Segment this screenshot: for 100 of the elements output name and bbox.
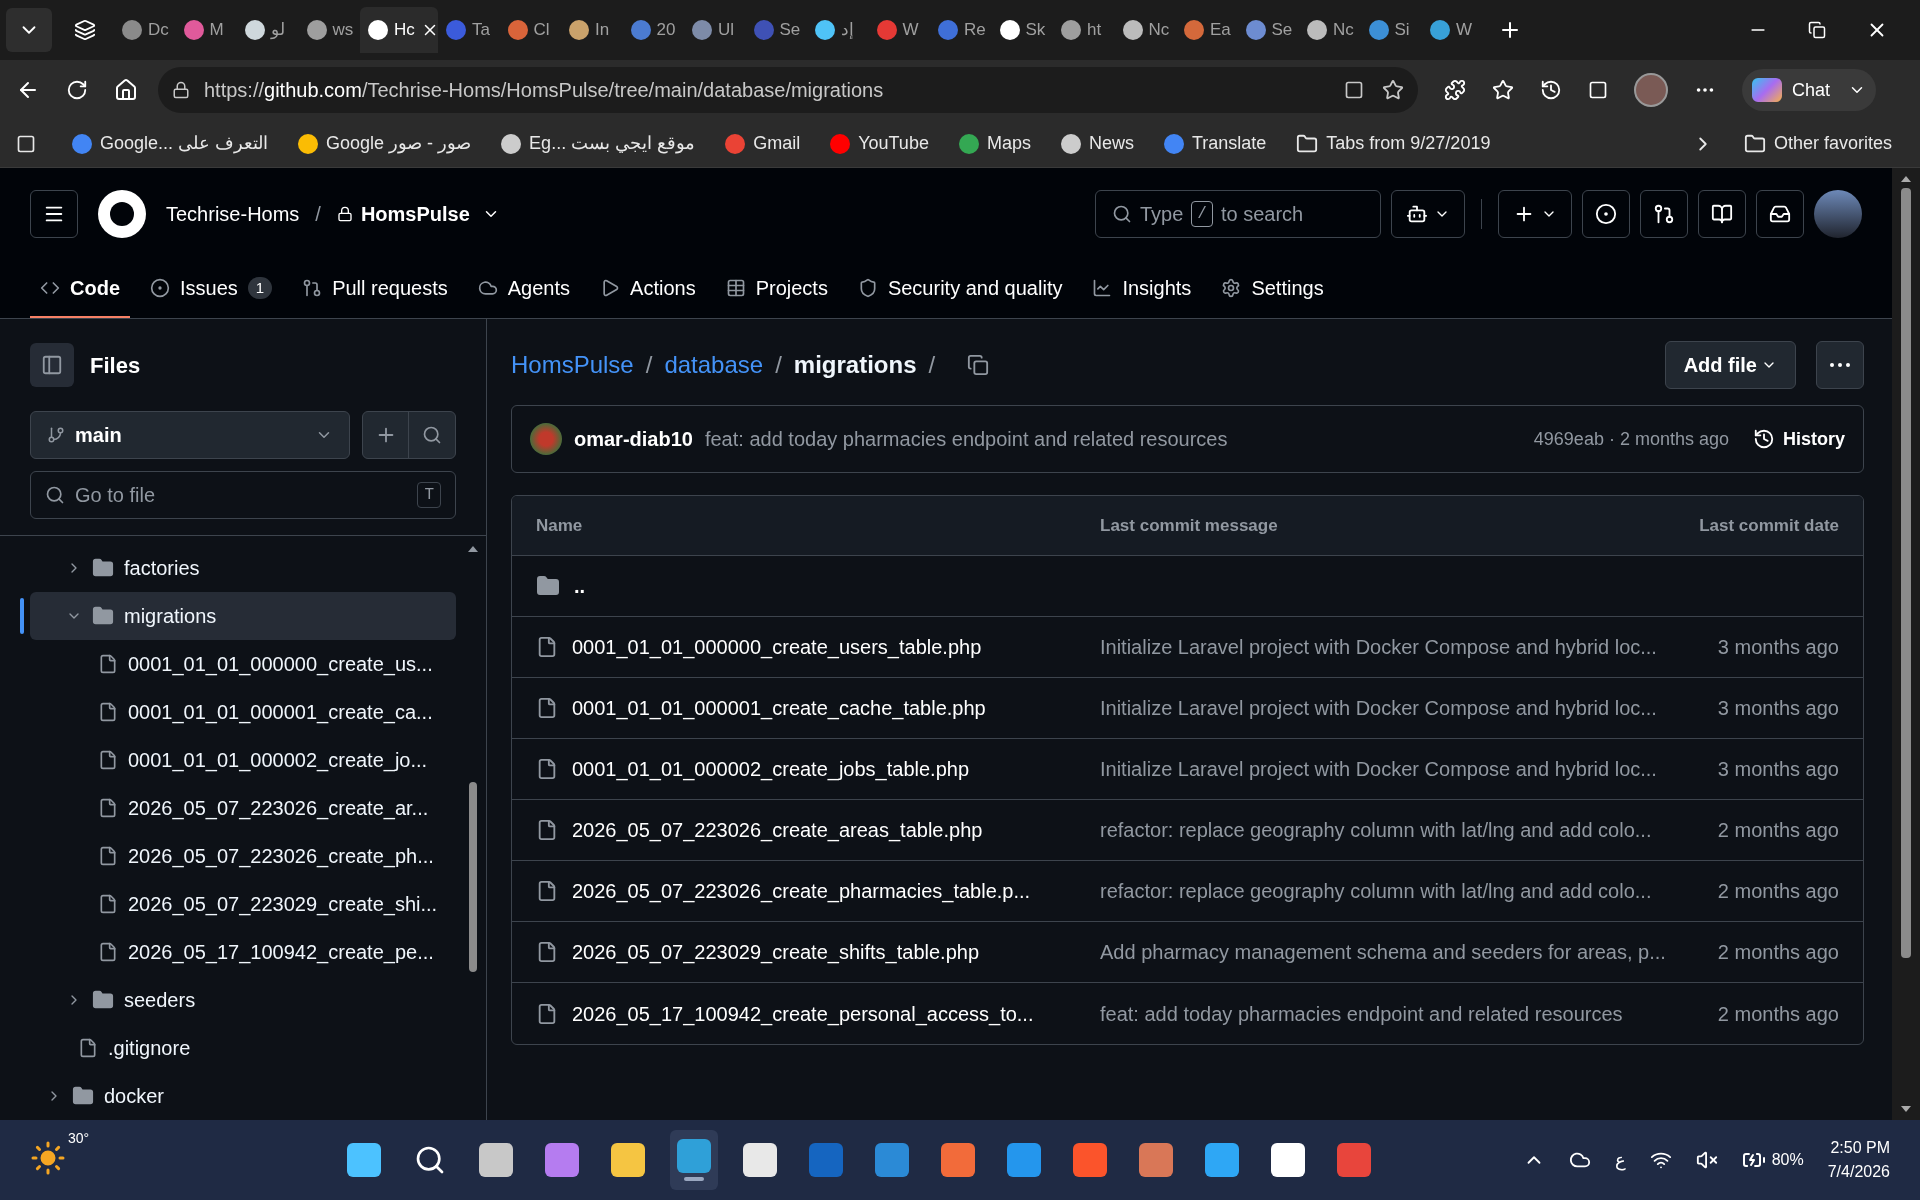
browser-tab[interactable]: M	[175, 7, 237, 53]
bookmark-link[interactable]: News	[1060, 130, 1134, 157]
branch-selector[interactable]: main	[30, 411, 350, 459]
browser-tab[interactable]: 20	[622, 7, 684, 53]
browser-tab[interactable]: Sk	[991, 7, 1053, 53]
inbox-button[interactable]	[1756, 190, 1804, 238]
restore-icon[interactable]	[1808, 21, 1826, 39]
repo-nav-tab[interactable]: Insights	[1082, 260, 1202, 318]
bookmark-link[interactable]: Gmail	[725, 130, 801, 157]
commit-message-link[interactable]: refactor: replace geography column with lat/lng and add colo...	[1100, 876, 1718, 906]
browser-tab[interactable]: Ta	[438, 7, 500, 53]
history-icon[interactable]	[1540, 79, 1562, 101]
repo-nav-tab[interactable]: Issues 1	[140, 260, 283, 318]
commit-message-link[interactable]: refactor: replace geography column with lat/lng and add colo...	[1100, 815, 1718, 845]
create-new-button[interactable]	[1498, 190, 1572, 238]
commit-message-link[interactable]: Add pharmacy management schema and seeders for areas, p...	[1100, 937, 1718, 967]
commit-message-link[interactable]: feat: add today pharmacies endpoint and related resources	[704, 424, 1228, 454]
file-item[interactable]: 0001_01_01_000002_create_jo...	[30, 736, 456, 784]
browser-tab[interactable]: W	[868, 7, 930, 53]
issues-button[interactable]	[1582, 190, 1630, 238]
page-scrollbar[interactable]	[1892, 168, 1920, 1120]
file-name-link[interactable]: 0001_01_01_000002_create_jobs_table.php	[572, 754, 970, 784]
file-item[interactable]: 0001_01_01_000000_create_us...	[30, 640, 456, 688]
repo-nav-tab[interactable]: Agents	[467, 260, 581, 318]
browser-tab[interactable]: Si	[1360, 7, 1422, 53]
bookmark-link[interactable]: Google صور - صور	[298, 130, 472, 157]
owner-link[interactable]: Techrise-Homs	[166, 199, 300, 229]
scrollbar-thumb[interactable]	[469, 782, 477, 972]
browser-tab[interactable]: Re	[930, 7, 992, 53]
language-indicator[interactable]: ع	[1614, 1146, 1626, 1174]
breadcrumb-link[interactable]: HomsPulse	[511, 347, 634, 383]
address-bar[interactable]: https://github.com/Techrise-Homs/HomsPulse/tree/main/database/migrations	[158, 67, 1418, 113]
file-item[interactable]: 2026_05_17_100942_create_pe...	[30, 928, 456, 976]
refresh-icon[interactable]	[66, 79, 88, 101]
parent-directory-link[interactable]: ..	[574, 571, 586, 601]
home-icon[interactable]	[114, 78, 138, 102]
file-name-link[interactable]: 2026_05_07_223029_create_shifts_table.php	[572, 937, 980, 967]
clock-time[interactable]: 2:50 PM	[1830, 1136, 1890, 1160]
commit-message-link[interactable]: Initialize Laravel project with Docker Compose and hybrid loc...	[1100, 693, 1718, 723]
browser-tab[interactable]: ht	[1053, 7, 1115, 53]
repo-nav-tab[interactable]: Code	[30, 260, 130, 318]
repo-nav-tab[interactable]: Settings	[1211, 260, 1334, 318]
commit-author-link[interactable]: omar-diab10	[574, 424, 693, 454]
search-field[interactable]: Type / to search	[1095, 190, 1381, 238]
history-button[interactable]: History	[1753, 425, 1845, 453]
file-name-link[interactable]: 2026_05_17_100942_create_personal_access_to...	[572, 998, 1034, 1029]
browser-tab[interactable]: إد	[807, 7, 869, 53]
browser-tab[interactable]: Dc	[114, 7, 176, 53]
browser-tab[interactable]: Nc	[1114, 7, 1176, 53]
file-item[interactable]: 2026_05_07_223026_create_ar...	[30, 784, 456, 832]
breadcrumb-link[interactable]: database	[664, 347, 764, 383]
favorites-icon[interactable]	[1492, 79, 1514, 101]
file-name-link[interactable]: 0001_01_01_000000_create_users_table.php	[572, 632, 982, 662]
scroll-up-arrow[interactable]	[1901, 176, 1911, 182]
bookmark-link[interactable]: Maps	[958, 130, 1031, 157]
sun-icon[interactable]	[30, 1140, 66, 1176]
scrollbar-thumb[interactable]	[1901, 188, 1911, 958]
copilot-button[interactable]	[1391, 190, 1465, 238]
copy-path-icon[interactable]	[967, 354, 990, 376]
other-favorites-link[interactable]: Other favorites	[1743, 130, 1904, 157]
folder-item[interactable]: factories	[30, 544, 456, 592]
folder-item[interactable]: docker	[30, 1072, 456, 1120]
extensions-icon[interactable]	[1444, 79, 1466, 101]
commit-message-link[interactable]: Initialize Laravel project with Docker Compose and hybrid loc...	[1100, 632, 1718, 662]
commit-message-link[interactable]: feat: add today pharmacies endpoint and related resources	[1100, 998, 1718, 1029]
menu-button[interactable]	[30, 190, 78, 238]
bookmark-link[interactable]: YouTube	[830, 130, 929, 157]
browser-tab[interactable]: In	[561, 7, 623, 53]
more-options-button[interactable]	[1816, 341, 1864, 389]
repo-nav-tab[interactable]: Pull requests	[292, 260, 458, 318]
file-item[interactable]: 2026_05_07_223029_create_shi...	[30, 880, 456, 928]
browser-tab[interactable]: Hc	[360, 7, 438, 53]
bookmark-link[interactable]: Google... التعرف على	[72, 130, 269, 157]
browser-tab[interactable]: Ea	[1176, 7, 1238, 53]
repositories-button[interactable]	[1698, 190, 1746, 238]
file-item[interactable]: .gitignore	[30, 1024, 456, 1072]
file-name-link[interactable]: 0001_01_01_000001_create_cache_table.php	[572, 693, 986, 723]
browser-tab[interactable]: لو	[237, 7, 299, 53]
bookmark-link[interactable]: Translate	[1163, 130, 1267, 157]
collapse-panel-button[interactable]	[30, 343, 74, 387]
file-name-link[interactable]: 2026_05_07_223026_create_areas_table.php	[572, 815, 983, 845]
user-avatar[interactable]	[1814, 190, 1862, 238]
profile-avatar[interactable]	[1634, 73, 1668, 107]
file-item[interactable]: 2026_05_07_223026_create_ph...	[30, 832, 456, 880]
favorite-star-icon[interactable]	[1382, 79, 1404, 101]
repo-nav-tab[interactable]: Projects	[715, 260, 838, 318]
volume-muted-icon[interactable]	[1695, 1149, 1718, 1171]
browser-tab[interactable]: W	[1422, 7, 1484, 53]
file-name-link[interactable]: 2026_05_07_223026_create_pharmacies_table.p...	[572, 876, 1031, 906]
repo-nav-tab[interactable]: Actions	[590, 260, 706, 318]
clock-date[interactable]: 7/4/2026	[1827, 1160, 1890, 1184]
browser-tab[interactable]: Ul	[684, 7, 746, 53]
pull-requests-button[interactable]	[1640, 190, 1688, 238]
bookmark-link[interactable]: Eg... موقع ايجي بست	[501, 130, 696, 157]
scroll-down-arrow[interactable]	[1901, 1106, 1911, 1112]
browser-tab[interactable]: ws	[298, 7, 360, 53]
add-file-dropdown-button[interactable]: Add file	[1664, 341, 1796, 389]
repo-nav-tab[interactable]: Security and quality	[847, 260, 1073, 318]
copilot-chat-button[interactable]: Chat	[1742, 69, 1877, 111]
file-item[interactable]: 0001_01_01_000001_create_ca...	[30, 688, 456, 736]
